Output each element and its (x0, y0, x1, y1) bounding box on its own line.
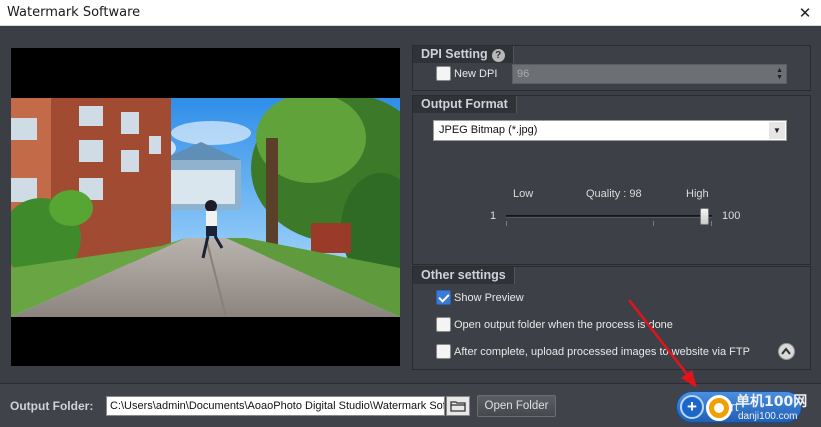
help-icon[interactable]: ? (491, 49, 505, 62)
watermark-site-name: 单机100网 (736, 394, 808, 410)
quality-slider-track[interactable] (506, 215, 712, 218)
quality-slider-thumb[interactable] (700, 208, 709, 225)
other-settings-heading: Other settings (413, 267, 515, 284)
quality-low-label: Low (513, 188, 534, 200)
output-folder-label: Output Folder: (10, 399, 94, 413)
bottom-bar: Output Folder: C:\Users\admin\Documents\… (0, 383, 821, 427)
quality-value-label: Quality : 98 (586, 188, 642, 200)
output-folder-field[interactable]: C:\Users\admin\Documents\AoaoPhoto Digit… (106, 396, 445, 416)
new-dpi-label: New DPI (454, 68, 498, 80)
close-icon[interactable]: ✕ (795, 3, 815, 23)
window-title: Watermark Software (7, 5, 141, 20)
output-format-panel: Output Format JPEG Bitmap (*.jpg) ▼ Low … (412, 95, 811, 265)
folder-icon[interactable] (446, 396, 470, 416)
main-area: DPI Setting? New DPI 96 ▲ ▼ Output Format… (0, 26, 821, 427)
dpi-setting-title: DPI Setting (421, 47, 488, 61)
slider-tick (653, 221, 654, 226)
quality-max-label: 100 (722, 210, 741, 222)
quality-min-label: 1 (490, 210, 497, 222)
dpi-spinbox[interactable]: 96 ▲ ▼ (512, 64, 787, 84)
dpi-setting-panel: DPI Setting? New DPI 96 ▲ ▼ (412, 45, 811, 91)
dpi-value: 96 (517, 68, 530, 80)
watermark-site-url: danji100.com (738, 411, 798, 422)
dpi-setting-heading: DPI Setting? (413, 46, 514, 63)
preview-image (11, 98, 400, 317)
show-preview-checkbox[interactable] (436, 290, 451, 305)
output-format-select[interactable]: JPEG Bitmap (*.jpg) ▼ (433, 120, 787, 141)
open-folder-button[interactable]: Open Folder (477, 395, 556, 417)
open-output-folder-checkbox[interactable] (436, 317, 451, 332)
chevron-down-icon[interactable]: ▼ (769, 122, 785, 139)
other-settings-panel: Other settings Show Preview Open output … (412, 266, 811, 370)
ftp-upload-checkbox[interactable] (436, 344, 451, 359)
plus-circle-icon: + (680, 395, 704, 419)
show-preview-label: Show Preview (454, 292, 524, 304)
quality-high-label: High (686, 188, 709, 200)
slider-tick (506, 221, 507, 226)
image-preview (11, 48, 400, 366)
spin-arrows-icon[interactable]: ▲ ▼ (776, 67, 783, 81)
new-dpi-checkbox[interactable] (436, 66, 451, 81)
slider-tick (711, 221, 712, 226)
output-format-heading: Output Format (413, 96, 517, 113)
watermark-logo (706, 395, 732, 421)
title-bar: Watermark Software ✕ (0, 0, 821, 26)
output-format-value: JPEG Bitmap (*.jpg) (439, 124, 538, 136)
open-output-folder-label: Open output folder when the process is d… (454, 319, 673, 331)
globe-icon[interactable] (778, 343, 795, 360)
ftp-upload-label: After complete, upload processed images … (454, 346, 750, 358)
